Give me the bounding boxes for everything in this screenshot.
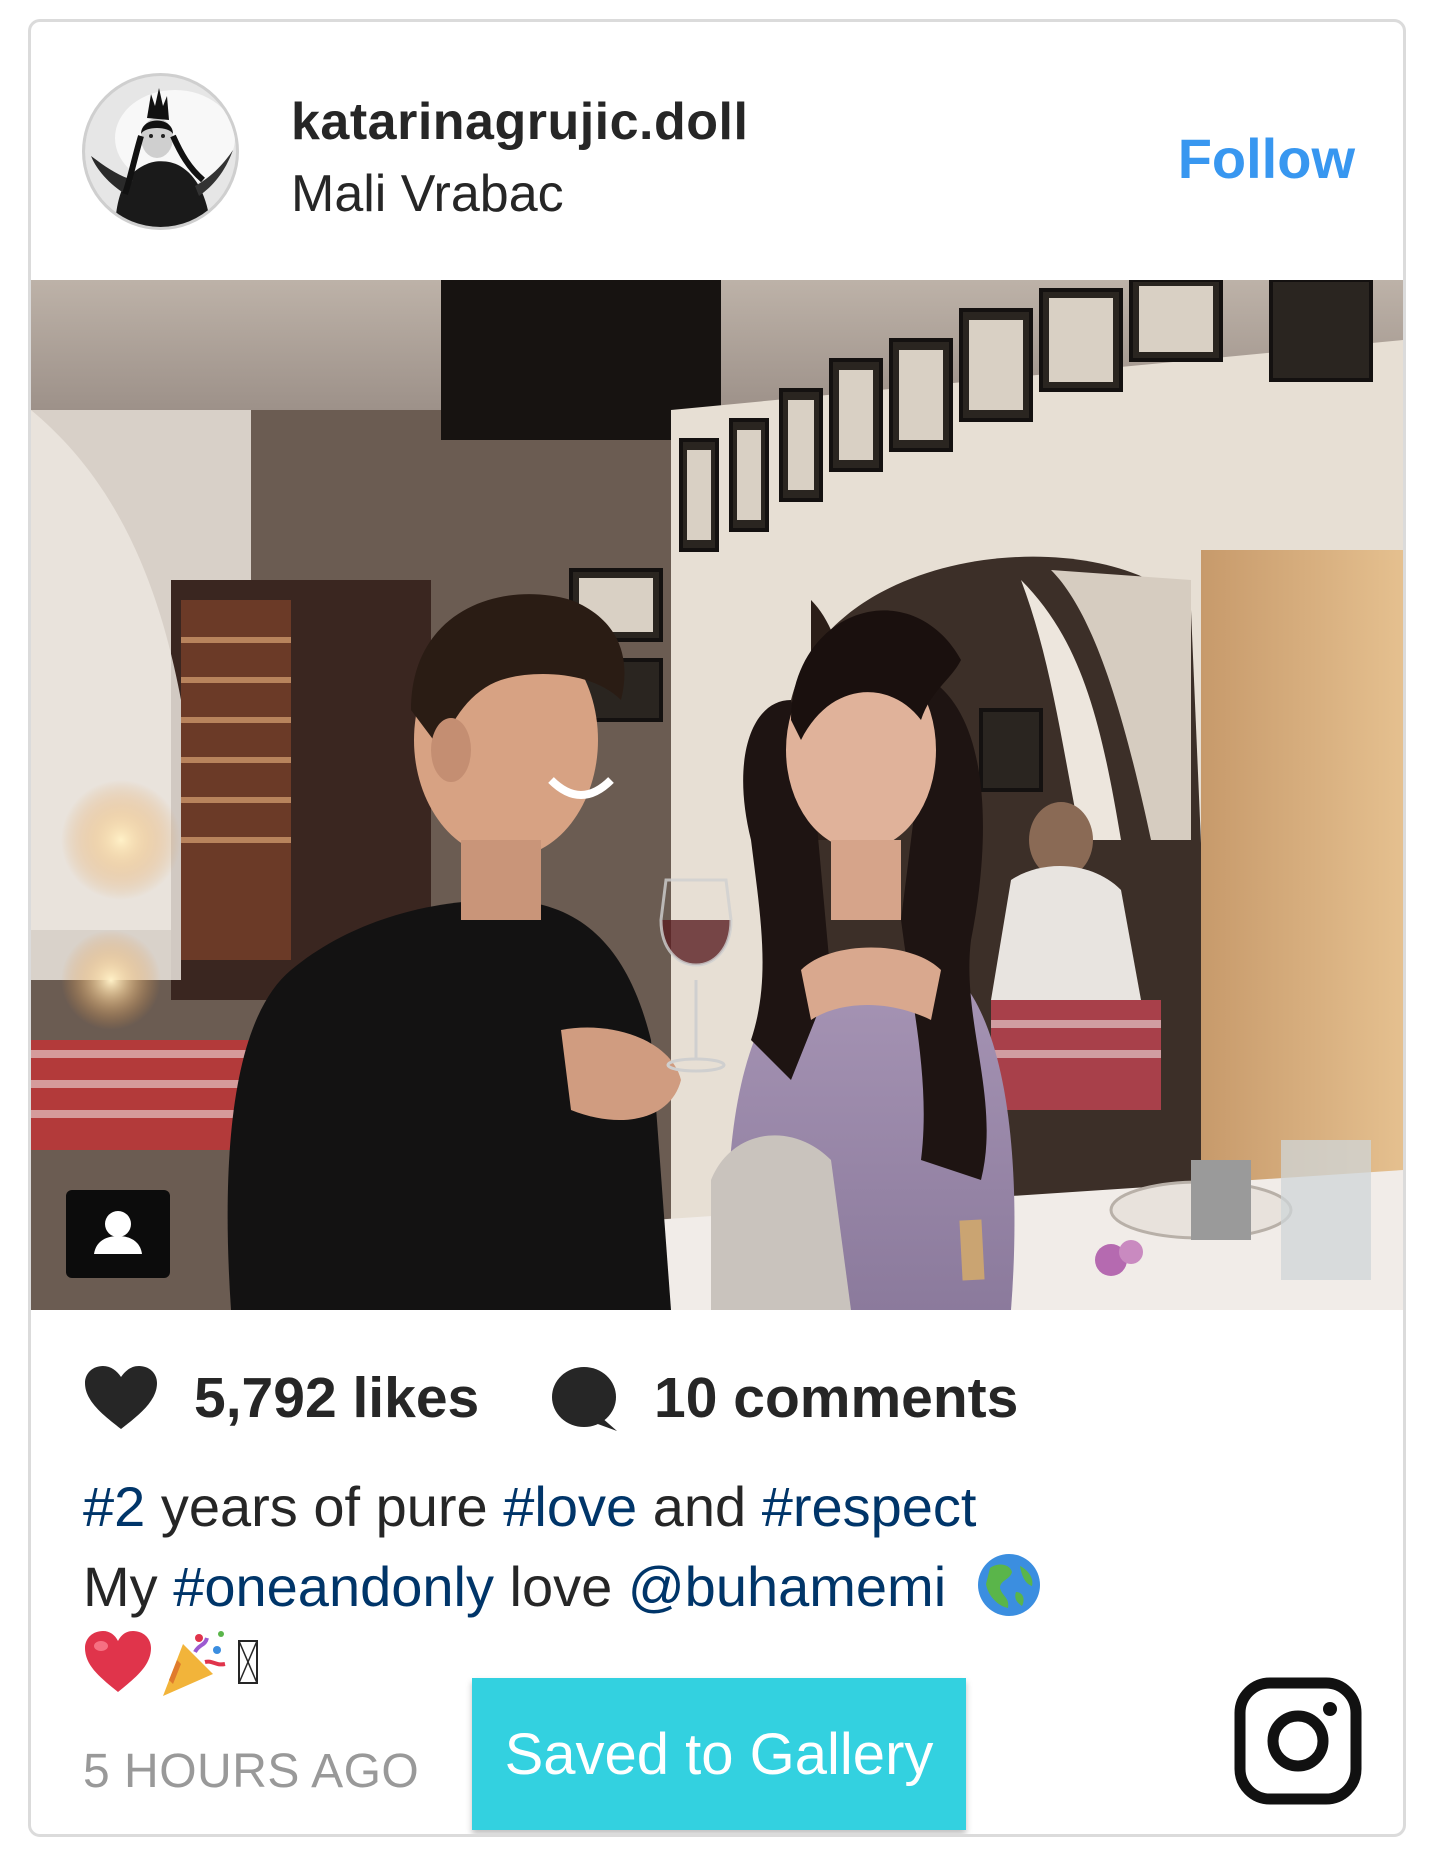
missing-glyph-box [238,1640,258,1684]
hashtag-2[interactable]: #2 [83,1475,145,1538]
instagram-post-card: katarinagrujic.doll Mali Vrabac Follow 5… [28,19,1406,1837]
post-timestamp: 5 HOURS AGO [83,1745,420,1798]
post-photo[interactable] [31,280,1403,1310]
follow-button[interactable]: Follow [1178,126,1355,191]
caption-emoji-line [83,1622,259,1702]
caption-line-2: My #oneandonly love @buhamemi [83,1547,1353,1627]
caption-text: and [637,1475,762,1538]
post-header: katarinagrujic.doll Mali Vrabac Follow [31,22,1403,280]
saved-to-gallery-button[interactable]: Saved to Gallery [472,1678,966,1830]
likes-count[interactable]: 5,792 likes [194,1365,479,1431]
username[interactable]: katarinagrujic.doll [291,92,748,152]
caption-line-1: #2 years of pure #love and #respect [83,1467,1353,1547]
post-stats: 5,792 likes 10 comments [31,1357,1403,1437]
mention-buhamemi[interactable]: @buhamemi [628,1555,946,1618]
restaurant-couple-photo [31,280,1403,1310]
comment-icon[interactable] [549,1365,621,1438]
hashtag-oneandonly[interactable]: #oneandonly [173,1555,494,1618]
instagram-logo-icon[interactable] [1234,1677,1362,1805]
post-caption: #2 years of pure #love and #respect My #… [83,1467,1353,1627]
heart-icon[interactable] [83,1365,159,1436]
location-link[interactable]: Mali Vrabac [291,164,564,224]
avatar-photo [85,76,236,227]
caption-text: My [83,1555,174,1618]
user-tag-badge[interactable] [66,1190,170,1278]
user-tag-icon [94,1211,142,1254]
red-heart-icon [85,1631,151,1692]
comments-count[interactable]: 10 comments [654,1365,1018,1431]
caption-text: years of pure [145,1475,504,1538]
hashtag-love[interactable]: #love [503,1475,637,1538]
globe-americas-icon [977,1554,1040,1616]
avatar[interactable] [82,73,239,230]
hashtag-respect[interactable]: #respect [762,1475,977,1538]
party-popper-icon [163,1631,226,1696]
caption-text: love [493,1555,628,1618]
